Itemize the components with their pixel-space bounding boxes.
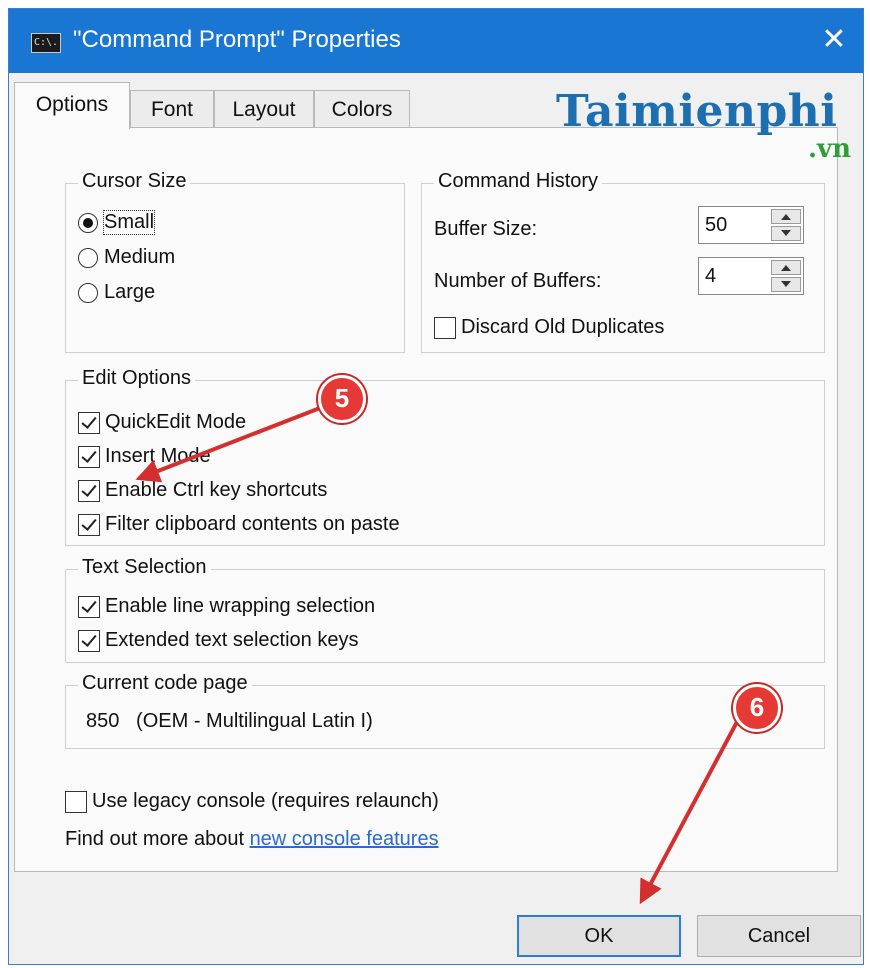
radio-small[interactable]: Small [78, 210, 156, 235]
spin-up-icon[interactable] [771, 260, 801, 275]
line-wrapping-checkbox[interactable]: Enable line wrapping selection [78, 595, 375, 618]
spinner-arrows [771, 260, 801, 292]
extended-keys-label: Extended text selection keys [105, 629, 359, 651]
filter-clipboard-checkbox[interactable]: Filter clipboard contents on paste [78, 513, 400, 536]
radio-selected-dot [83, 217, 93, 228]
text-selection-group: Text Selection Enable line wrapping sele… [65, 556, 825, 663]
spin-up-icon[interactable] [771, 209, 801, 224]
checkbox[interactable] [78, 411, 100, 434]
text-selection-title: Text Selection [78, 556, 211, 579]
insert-mode-label: Insert Mode [105, 445, 211, 467]
checkbox[interactable] [78, 479, 100, 502]
cursor-size-title: Cursor Size [78, 170, 191, 193]
console-app-icon: C:\. [31, 33, 61, 53]
watermark-logo-domain: .vn [808, 134, 852, 164]
checkbox[interactable] [434, 316, 456, 339]
buffer-size-value[interactable]: 50 [705, 207, 727, 243]
tab-font[interactable]: Font [130, 90, 214, 128]
edit-options-title: Edit Options [78, 367, 195, 390]
code-page-value: 850 (OEM - Multilingual Latin I) [86, 710, 373, 732]
spinner-arrows [771, 209, 801, 241]
radio-large[interactable]: Large [78, 281, 155, 304]
step-5-badge: 5 [318, 375, 366, 423]
window-title: "Command Prompt" Properties [73, 26, 401, 53]
radio-button[interactable] [78, 212, 98, 233]
new-console-features-link[interactable]: new console features [250, 828, 439, 850]
buffer-size-label: Buffer Size: [434, 218, 538, 240]
edit-options-group: Edit Options QuickEdit Mode Insert Mode … [65, 367, 825, 546]
checkbox[interactable] [78, 445, 100, 468]
command-history-title: Command History [434, 170, 603, 193]
number-of-buffers-label: Number of Buffers: [434, 270, 602, 292]
buffer-size-spinner[interactable]: 50 [698, 206, 804, 244]
quickedit-label: QuickEdit Mode [105, 411, 247, 433]
radio-small-label: Small [102, 210, 156, 235]
tab-colors[interactable]: Colors [314, 90, 410, 128]
filter-clipboard-label: Filter clipboard contents on paste [105, 513, 400, 535]
tab-options[interactable]: Options [14, 82, 130, 129]
radio-button[interactable] [78, 282, 98, 303]
find-more-prefix: Find out more about [65, 828, 250, 850]
cursor-size-group: Cursor Size Small Medium Large [65, 170, 405, 353]
checkbox[interactable] [78, 513, 100, 536]
ctrl-shortcuts-checkbox[interactable]: Enable Ctrl key shortcuts [78, 479, 327, 502]
quickedit-checkbox[interactable]: QuickEdit Mode [78, 411, 246, 434]
checkbox[interactable] [78, 595, 100, 618]
cancel-button[interactable]: Cancel [697, 915, 861, 957]
tab-layout[interactable]: Layout [214, 90, 314, 128]
discard-duplicates-checkbox[interactable]: Discard Old Duplicates [434, 316, 664, 339]
radio-medium-label: Medium [104, 246, 176, 268]
discard-duplicates-label: Discard Old Duplicates [461, 316, 665, 338]
checkbox[interactable] [78, 629, 100, 652]
insert-mode-checkbox[interactable]: Insert Mode [78, 445, 211, 468]
ctrl-shortcuts-label: Enable Ctrl key shortcuts [105, 479, 328, 501]
legacy-console-label: Use legacy console (requires relaunch) [92, 790, 439, 812]
number-of-buffers-value[interactable]: 4 [705, 258, 716, 294]
radio-medium[interactable]: Medium [78, 246, 175, 269]
options-panel: Cursor Size Small Medium Large Command H… [14, 127, 838, 872]
number-of-buffers-spinner[interactable]: 4 [698, 257, 804, 295]
radio-button[interactable] [78, 247, 98, 268]
find-more-text: Find out more about new console features [65, 828, 439, 851]
watermark-logo: Taimienphi [556, 86, 838, 137]
extended-keys-checkbox[interactable]: Extended text selection keys [78, 629, 358, 652]
code-page-title: Current code page [78, 672, 252, 695]
command-history-group: Command History Buffer Size: 50 Number o… [421, 170, 825, 353]
spin-down-icon[interactable] [771, 277, 801, 292]
close-icon[interactable]: ✕ [811, 17, 857, 63]
legacy-console-checkbox[interactable]: Use legacy console (requires relaunch) [65, 790, 439, 813]
ok-button[interactable]: OK [517, 915, 681, 957]
code-page-group: Current code page 850 (OEM - Multilingua… [65, 672, 825, 749]
spin-down-icon[interactable] [771, 226, 801, 241]
step-6-badge: 6 [733, 684, 781, 732]
radio-large-label: Large [104, 281, 156, 303]
title-bar[interactable]: C:\. "Command Prompt" Properties ✕ [9, 9, 863, 73]
line-wrapping-label: Enable line wrapping selection [105, 595, 376, 617]
checkbox[interactable] [65, 790, 87, 813]
